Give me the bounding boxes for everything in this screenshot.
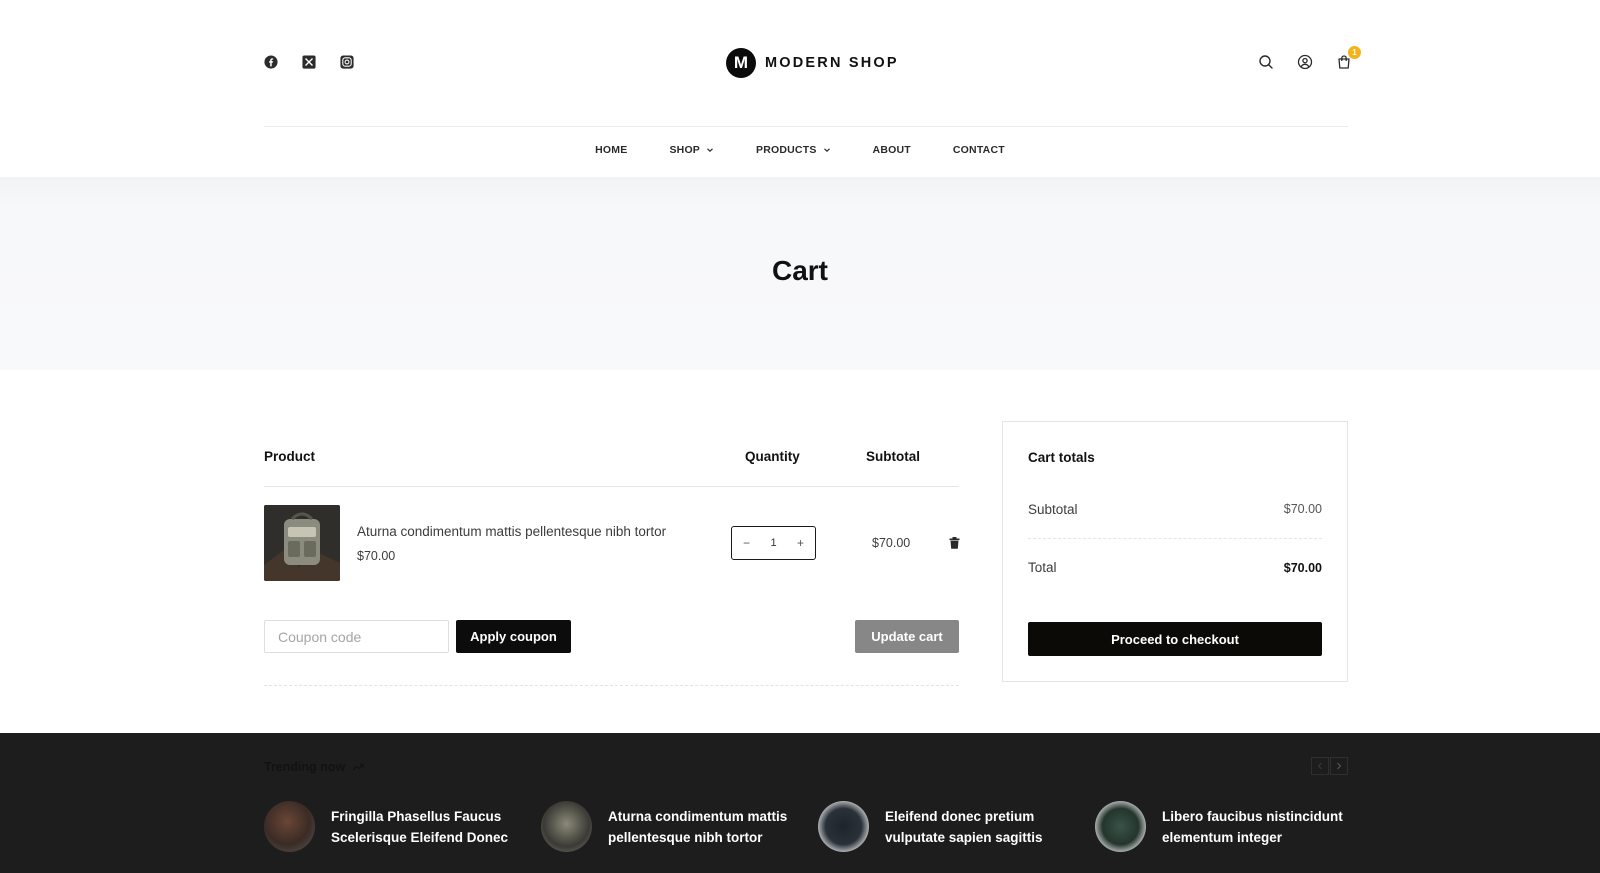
logo-text: MODERN SHOP <box>765 55 899 71</box>
column-header-product: Product <box>264 449 316 464</box>
nav-shop[interactable]: SHOP <box>648 144 735 156</box>
coupon-code-input[interactable] <box>264 620 449 653</box>
totals-subtotal-label: Subtotal <box>1028 502 1078 517</box>
trending-item-title[interactable]: Fringilla Phasellus Faucus Scelerisque E… <box>331 806 521 848</box>
quantity-value[interactable]: 1 <box>770 537 776 549</box>
trending-item-title[interactable]: Libero faucibus nistincidunt elementum i… <box>1162 806 1352 848</box>
trending-arrows <box>1311 757 1348 775</box>
nav-products-label: PRODUCTS <box>756 144 817 156</box>
chevron-down-icon <box>707 148 713 153</box>
nav-shop-label: SHOP <box>669 144 701 156</box>
page-title: Cart <box>771 255 828 286</box>
trending-item-image[interactable] <box>264 801 315 852</box>
totals-subtotal-value: $70.00 <box>1283 502 1322 516</box>
facebook-icon[interactable] <box>264 55 278 69</box>
quantity-stepper: − 1 + <box>731 526 816 560</box>
trending-item[interactable]: Fringilla Phasellus Faucus Scelerisque E… <box>264 801 541 852</box>
trash-icon[interactable] <box>949 537 960 549</box>
increase-quantity-button[interactable]: + <box>797 536 804 550</box>
search-icon[interactable] <box>1258 54 1274 70</box>
social-links <box>264 55 354 69</box>
trending-section: Trending now Fringilla Phasellus Faucus … <box>0 733 1600 873</box>
chevron-left-icon <box>1317 762 1322 770</box>
totals-divider <box>1028 538 1322 539</box>
trending-prev-button[interactable] <box>1311 757 1329 775</box>
trending-item-title[interactable]: Eleifend donec pretium vulputate sapien … <box>885 806 1075 848</box>
site-header: M MODERN SHOP 1 HOME SHOP PRODUCTS ABOUT… <box>0 0 1600 177</box>
column-header-quantity: Quantity <box>745 449 800 464</box>
apply-coupon-button[interactable]: Apply coupon <box>456 620 571 653</box>
chevron-right-icon <box>1337 762 1342 770</box>
trending-item-image[interactable] <box>818 801 869 852</box>
trending-item[interactable]: Aturna condimentum mattis pellentesque n… <box>541 801 818 852</box>
cart-totals-panel: Cart totals Subtotal $70.00 Total $70.00… <box>1002 421 1348 682</box>
trending-item-image[interactable] <box>541 801 592 852</box>
page-hero: Cart <box>0 177 1600 370</box>
nav-contact-label: CONTACT <box>952 144 1005 156</box>
nav-about[interactable]: ABOUT <box>852 144 932 156</box>
trending-item-image[interactable] <box>1095 801 1146 852</box>
trending-title: Trending now <box>264 760 364 774</box>
cart-row: Aturna condimentum mattis pellentesque n… <box>264 505 960 686</box>
cart-count-badge: 1 <box>1348 46 1361 59</box>
trending-item[interactable]: Libero faucibus nistincidunt elementum i… <box>1095 801 1372 852</box>
trending-item[interactable]: Eleifend donec pretium vulputate sapien … <box>818 801 1095 852</box>
product-price: $70.00 <box>357 549 396 563</box>
column-header-subtotal: Subtotal <box>866 449 920 464</box>
totals-total-label: Total <box>1028 560 1057 575</box>
account-icon[interactable] <box>1297 54 1313 70</box>
chevron-down-icon <box>823 148 830 153</box>
trending-up-icon <box>352 763 364 771</box>
header-actions: 1 <box>1258 46 1361 70</box>
x-icon[interactable] <box>302 55 316 69</box>
header-rule <box>264 486 959 487</box>
nav-home[interactable]: HOME <box>574 144 648 156</box>
nav-products[interactable]: PRODUCTS <box>735 144 852 156</box>
logo-mark: M <box>726 48 756 78</box>
main-nav: HOME SHOP PRODUCTS ABOUT CONTACT <box>0 144 1600 156</box>
nav-contact[interactable]: CONTACT <box>932 144 1026 156</box>
update-cart-button[interactable]: Update cart <box>855 620 959 653</box>
totals-total-value: $70.00 <box>1283 561 1322 575</box>
nav-about-label: ABOUT <box>872 144 911 156</box>
proceed-to-checkout-button[interactable]: Proceed to checkout <box>1028 622 1322 656</box>
row-subtotal: $70.00 <box>872 536 911 550</box>
trending-list: Fringilla Phasellus Faucus Scelerisque E… <box>264 801 1372 852</box>
instagram-icon[interactable] <box>340 55 354 69</box>
trending-title-text: Trending now <box>264 760 346 774</box>
cart-totals-title: Cart totals <box>1028 450 1095 465</box>
nav-home-label: HOME <box>595 144 628 156</box>
cart-icon[interactable]: 1 <box>1336 46 1361 70</box>
trending-next-button[interactable] <box>1330 757 1348 775</box>
row-divider <box>264 685 959 686</box>
site-logo[interactable]: M MODERN SHOP <box>726 48 899 78</box>
product-thumbnail[interactable] <box>264 505 340 581</box>
header-divider <box>264 126 1348 127</box>
decrease-quantity-button[interactable]: − <box>743 536 750 550</box>
trending-item-title[interactable]: Aturna condimentum mattis pellentesque n… <box>608 806 798 848</box>
product-name-link[interactable]: Aturna condimentum mattis pellentesque n… <box>357 524 666 539</box>
